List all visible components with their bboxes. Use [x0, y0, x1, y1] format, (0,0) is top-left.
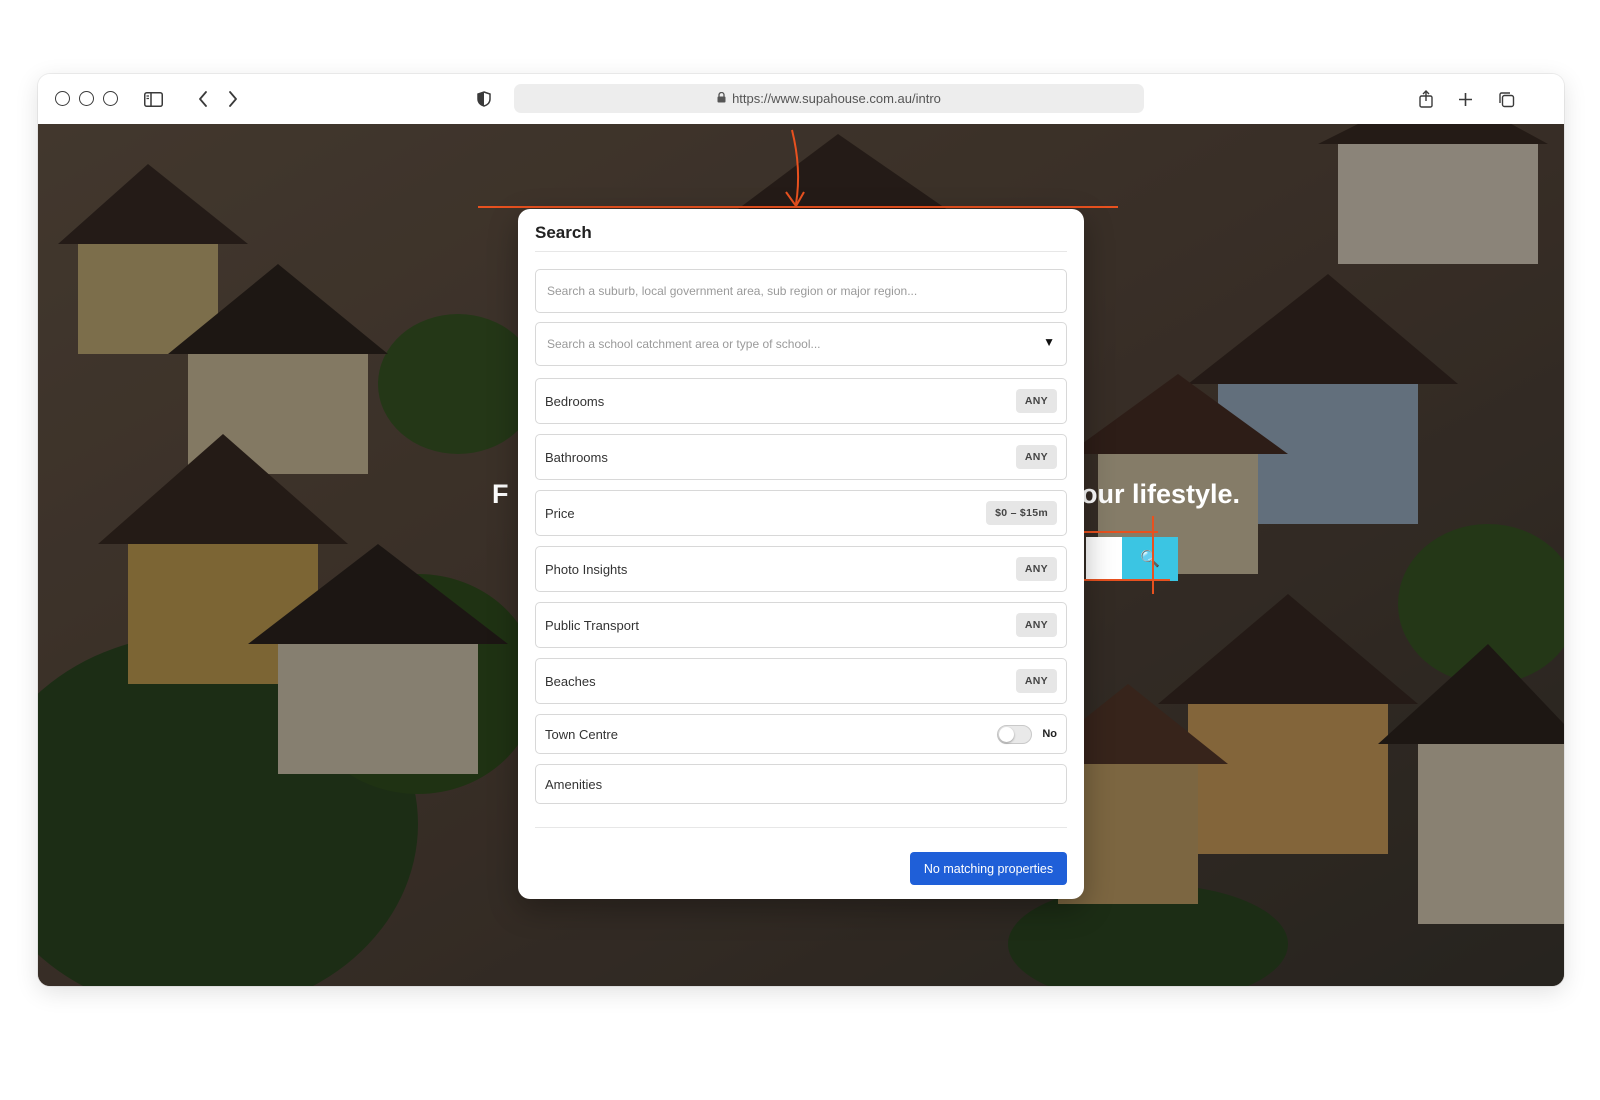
browser-window: https://www.supahouse.com.au/intro F you…: [38, 74, 1564, 986]
school-search-select[interactable]: ▼: [535, 322, 1067, 366]
modal-footer-divider: [535, 827, 1067, 828]
search-modal: Search ▼ Bedrooms ANY Bathrooms ANY Pric…: [518, 209, 1084, 899]
filter-value-badge[interactable]: ANY: [1015, 445, 1057, 469]
filter-label: Town Centre: [545, 726, 618, 742]
hero-heading-right: your lifestyle.: [1066, 479, 1241, 509]
hero-search-button[interactable]: 🔍: [1122, 537, 1178, 581]
filter-value-badge[interactable]: $0 – $15m: [986, 501, 1057, 525]
filter-photo-insights[interactable]: Photo Insights ANY: [535, 546, 1067, 592]
filter-beaches[interactable]: Beaches ANY: [535, 658, 1067, 704]
filter-value-badge[interactable]: ANY: [1015, 613, 1057, 637]
school-search-input[interactable]: [535, 322, 1067, 366]
filter-label: Photo Insights: [545, 561, 628, 577]
modal-title-divider: [535, 251, 1067, 252]
zoom-window-button[interactable]: [103, 91, 118, 106]
filter-bathrooms[interactable]: Bathrooms ANY: [535, 434, 1067, 480]
annotation-arrow-icon: [785, 129, 805, 208]
hero-heading-left: F: [492, 479, 509, 509]
hero-search-input[interactable]: [1086, 537, 1122, 581]
search-submit-button[interactable]: No matching properties: [910, 852, 1067, 885]
filter-price[interactable]: Price $0 – $15m: [535, 490, 1067, 536]
toggle-knob: [999, 726, 1015, 742]
filter-label: Beaches: [545, 673, 596, 689]
filter-label: Price: [545, 505, 575, 521]
address-bar[interactable]: https://www.supahouse.com.au/intro: [514, 84, 1144, 113]
annotation-crosshair-v: [1152, 516, 1154, 594]
town-centre-toggle-group: No: [997, 724, 1057, 744]
location-search-input[interactable]: [535, 269, 1067, 313]
filter-value-badge[interactable]: ANY: [1015, 557, 1057, 581]
filter-public-transport[interactable]: Public Transport ANY: [535, 602, 1067, 648]
share-icon[interactable]: [1416, 89, 1436, 109]
privacy-shield-icon[interactable]: [474, 89, 494, 109]
modal-title: Search: [535, 223, 592, 242]
url-text: https://www.supahouse.com.au/intro: [732, 91, 941, 106]
filter-label: Bedrooms: [545, 393, 605, 409]
lock-icon: [717, 91, 726, 106]
hero-search-bar: 🔍: [1086, 537, 1190, 581]
back-icon[interactable]: [193, 89, 213, 109]
page-content: F your lifestyle. 🔍 Search ▼: [38, 124, 1564, 986]
filter-bedrooms[interactable]: Bedrooms ANY: [535, 378, 1067, 424]
filter-value-badge[interactable]: ANY: [1015, 669, 1057, 693]
sidebar-toggle-icon[interactable]: [143, 89, 163, 109]
new-tab-icon[interactable]: [1455, 89, 1475, 109]
filter-town-centre: Town Centre No: [535, 714, 1067, 754]
toggle-state-label: No: [1042, 728, 1057, 740]
magnifier-icon: 🔍: [1140, 551, 1160, 568]
minimize-window-button[interactable]: [79, 91, 94, 106]
town-centre-toggle[interactable]: [997, 724, 1033, 744]
filter-label: Public Transport: [545, 617, 639, 633]
browser-toolbar: https://www.supahouse.com.au/intro: [38, 74, 1564, 125]
filter-amenities[interactable]: Amenities: [535, 764, 1067, 804]
forward-icon[interactable]: [223, 89, 243, 109]
chevron-down-icon[interactable]: ▼: [1043, 335, 1055, 349]
filter-label: Bathrooms: [545, 449, 608, 465]
tab-overview-icon[interactable]: [1496, 89, 1516, 109]
close-window-button[interactable]: [55, 91, 70, 106]
filter-value-badge[interactable]: ANY: [1015, 389, 1057, 413]
filter-label: Amenities: [545, 776, 603, 792]
